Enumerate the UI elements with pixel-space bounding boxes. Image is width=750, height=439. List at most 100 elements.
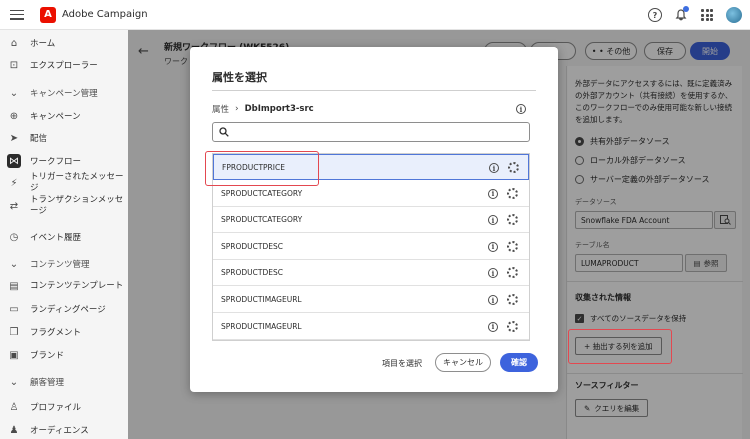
- attribute-name: SPRODUCTCATEGORY: [221, 188, 303, 198]
- help-icon[interactable]: ?: [648, 8, 662, 22]
- adobe-logo: A: [40, 6, 56, 23]
- sidebar-item-label: 配信: [30, 134, 48, 144]
- app-title: Adobe Campaign: [62, 9, 148, 20]
- sidebar-item-label: トリガーされたメッセージ: [30, 172, 124, 193]
- highlight-box: [205, 151, 319, 186]
- sidebar-item[interactable]: ◷ イベント履歴: [0, 227, 128, 247]
- sidebar-item-label: ランディングページ: [30, 305, 106, 315]
- sidebar-item[interactable]: ♟ オーディエンス: [0, 420, 128, 439]
- send-icon: ➤: [9, 132, 19, 144]
- attribute-name: SPRODUCTDESC: [221, 241, 283, 251]
- sidebar-item-label: ワークフロー: [30, 157, 82, 167]
- info-icon[interactable]: i: [488, 241, 498, 252]
- sidebar-item[interactable]: ⚡ トリガーされたメッセージ: [0, 172, 128, 193]
- attribute-row[interactable]: SPRODUCTDESC i: [213, 260, 529, 287]
- info-icon[interactable]: i: [489, 163, 499, 173]
- dialog-divider: [212, 90, 536, 91]
- attribute-name: SPRODUCTIMAGEURL: [221, 295, 302, 304]
- menu-icon[interactable]: [10, 9, 24, 20]
- sidebar-item[interactable]: ⌄ 顧客管理: [0, 372, 128, 392]
- dialog-title: 属性を選択: [212, 71, 267, 84]
- sidebar-item[interactable]: ⌄ キャンペーン管理: [0, 83, 128, 103]
- select-attribute-dialog: 属性を選択 属性 › DbImport3-src i FPRODUCTPRICE…: [190, 47, 558, 392]
- sidebar-item[interactable]: ▭ ランディングページ: [0, 299, 128, 319]
- apps-grid-icon[interactable]: [700, 8, 714, 22]
- settings-icon[interactable]: [507, 267, 518, 279]
- settings-icon[interactable]: [507, 294, 518, 305]
- sidebar-item-label: フラグメント: [30, 328, 82, 338]
- profile-icon: ♙: [9, 401, 19, 413]
- landing-icon: ▭: [9, 303, 19, 315]
- info-icon[interactable]: i: [488, 321, 498, 332]
- sidebar-item[interactable]: ▣ ブランド: [0, 345, 128, 365]
- attribute-name: SPRODUCTIMAGEURL: [221, 321, 302, 331]
- attribute-name: SPRODUCTCATEGORY: [221, 215, 303, 225]
- audience-icon: ♟: [9, 424, 19, 436]
- sidebar-item-label: キャンペーン管理: [30, 89, 98, 99]
- avatar[interactable]: [726, 7, 742, 23]
- chevron-icon: ⌄: [9, 87, 19, 99]
- explorer-icon: ⊡: [9, 59, 19, 71]
- chevron-right-icon: ›: [235, 104, 239, 114]
- campaign-icon: ⊕: [9, 110, 19, 122]
- attribute-name: SPRODUCTDESC: [221, 268, 283, 278]
- trigger-icon: ⚡: [10, 177, 18, 189]
- sidebar-item-label: キャンペーン: [30, 112, 81, 122]
- sidebar: ⌂ ホーム ⊡ エクスプローラー ⌄ キャンペーン管理 ⊕ キャンペーン ➤ 配信 ⋈ ワークフロー ⚡…: [0, 30, 128, 439]
- notification-dot: [683, 6, 689, 12]
- sidebar-item[interactable]: ❒ フラグメント: [0, 322, 128, 342]
- chevron-icon: ⌄: [9, 258, 19, 270]
- search-icon: [219, 127, 229, 137]
- settings-icon[interactable]: [507, 320, 518, 332]
- attribute-row[interactable]: SPRODUCTIMAGEURL i: [213, 314, 529, 340]
- template-icon: ▤: [9, 280, 19, 292]
- sidebar-item-label: エクスプローラー: [30, 61, 98, 71]
- sidebar-item[interactable]: ▤ コンテンツテンプレート: [0, 276, 128, 296]
- sidebar-item-label: 顧客管理: [30, 378, 65, 388]
- sidebar-item[interactable]: ⋈ ワークフロー: [0, 151, 128, 171]
- sidebar-item[interactable]: ⇄ トランザクションメッセージ: [0, 195, 128, 216]
- sidebar-item[interactable]: ⊡ エクスプローラー: [0, 55, 128, 75]
- confirm-button[interactable]: 確認: [500, 353, 538, 372]
- chevron-icon: ⌄: [9, 376, 19, 388]
- sidebar-item-label: トランザクションメッセージ: [30, 195, 124, 216]
- info-icon[interactable]: i: [516, 104, 526, 114]
- workflow-icon: ⋈: [7, 154, 21, 168]
- sidebar-item[interactable]: ♙ プロファイル: [0, 397, 128, 417]
- sidebar-item[interactable]: ⌄ コンテンツ管理: [0, 254, 128, 274]
- settings-icon[interactable]: [507, 214, 518, 226]
- search-input[interactable]: [212, 122, 530, 142]
- info-icon[interactable]: i: [488, 295, 498, 305]
- info-icon[interactable]: i: [488, 215, 498, 226]
- home-icon: ⌂: [10, 37, 18, 49]
- settings-icon[interactable]: [508, 162, 519, 173]
- settings-icon[interactable]: [507, 240, 518, 252]
- sidebar-item[interactable]: ➤ 配信: [0, 128, 128, 148]
- top-bar: A Adobe Campaign ?: [0, 0, 750, 30]
- select-item-link[interactable]: 項目を選択: [382, 358, 422, 369]
- sidebar-item-label: コンテンツ管理: [30, 260, 90, 270]
- sidebar-item-label: コンテンツテンプレート: [30, 280, 124, 291]
- cancel-button[interactable]: キャンセル: [435, 353, 491, 372]
- settings-icon[interactable]: [507, 187, 518, 199]
- sidebar-item-label: ホーム: [30, 39, 56, 49]
- history-icon: ◷: [9, 231, 19, 243]
- breadcrumb-current: DbImport3-src: [244, 104, 314, 114]
- sidebar-item-label: オーディエンス: [30, 426, 89, 436]
- attribute-row[interactable]: SPRODUCTDESC i: [213, 234, 529, 260]
- sidebar-item[interactable]: ⌂ ホーム: [0, 33, 128, 53]
- top-icons: ?: [648, 6, 742, 23]
- brand-icon: ▣: [9, 349, 19, 361]
- info-icon[interactable]: i: [488, 268, 498, 279]
- sidebar-item-label: イベント履歴: [30, 233, 82, 243]
- transaction-icon: ⇄: [9, 200, 19, 212]
- info-icon[interactable]: i: [488, 188, 498, 199]
- breadcrumb: 属性 › DbImport3-src: [212, 103, 314, 115]
- breadcrumb-root[interactable]: 属性: [212, 103, 229, 115]
- fragment-icon: ❒: [9, 326, 19, 338]
- sidebar-item[interactable]: ⊕ キャンペーン: [0, 106, 128, 126]
- attribute-row[interactable]: SPRODUCTCATEGORY i: [213, 207, 529, 234]
- bell-icon[interactable]: [674, 6, 689, 22]
- attribute-row[interactable]: SPRODUCTIMAGEURL i: [213, 287, 529, 313]
- highlight-box: [568, 329, 672, 364]
